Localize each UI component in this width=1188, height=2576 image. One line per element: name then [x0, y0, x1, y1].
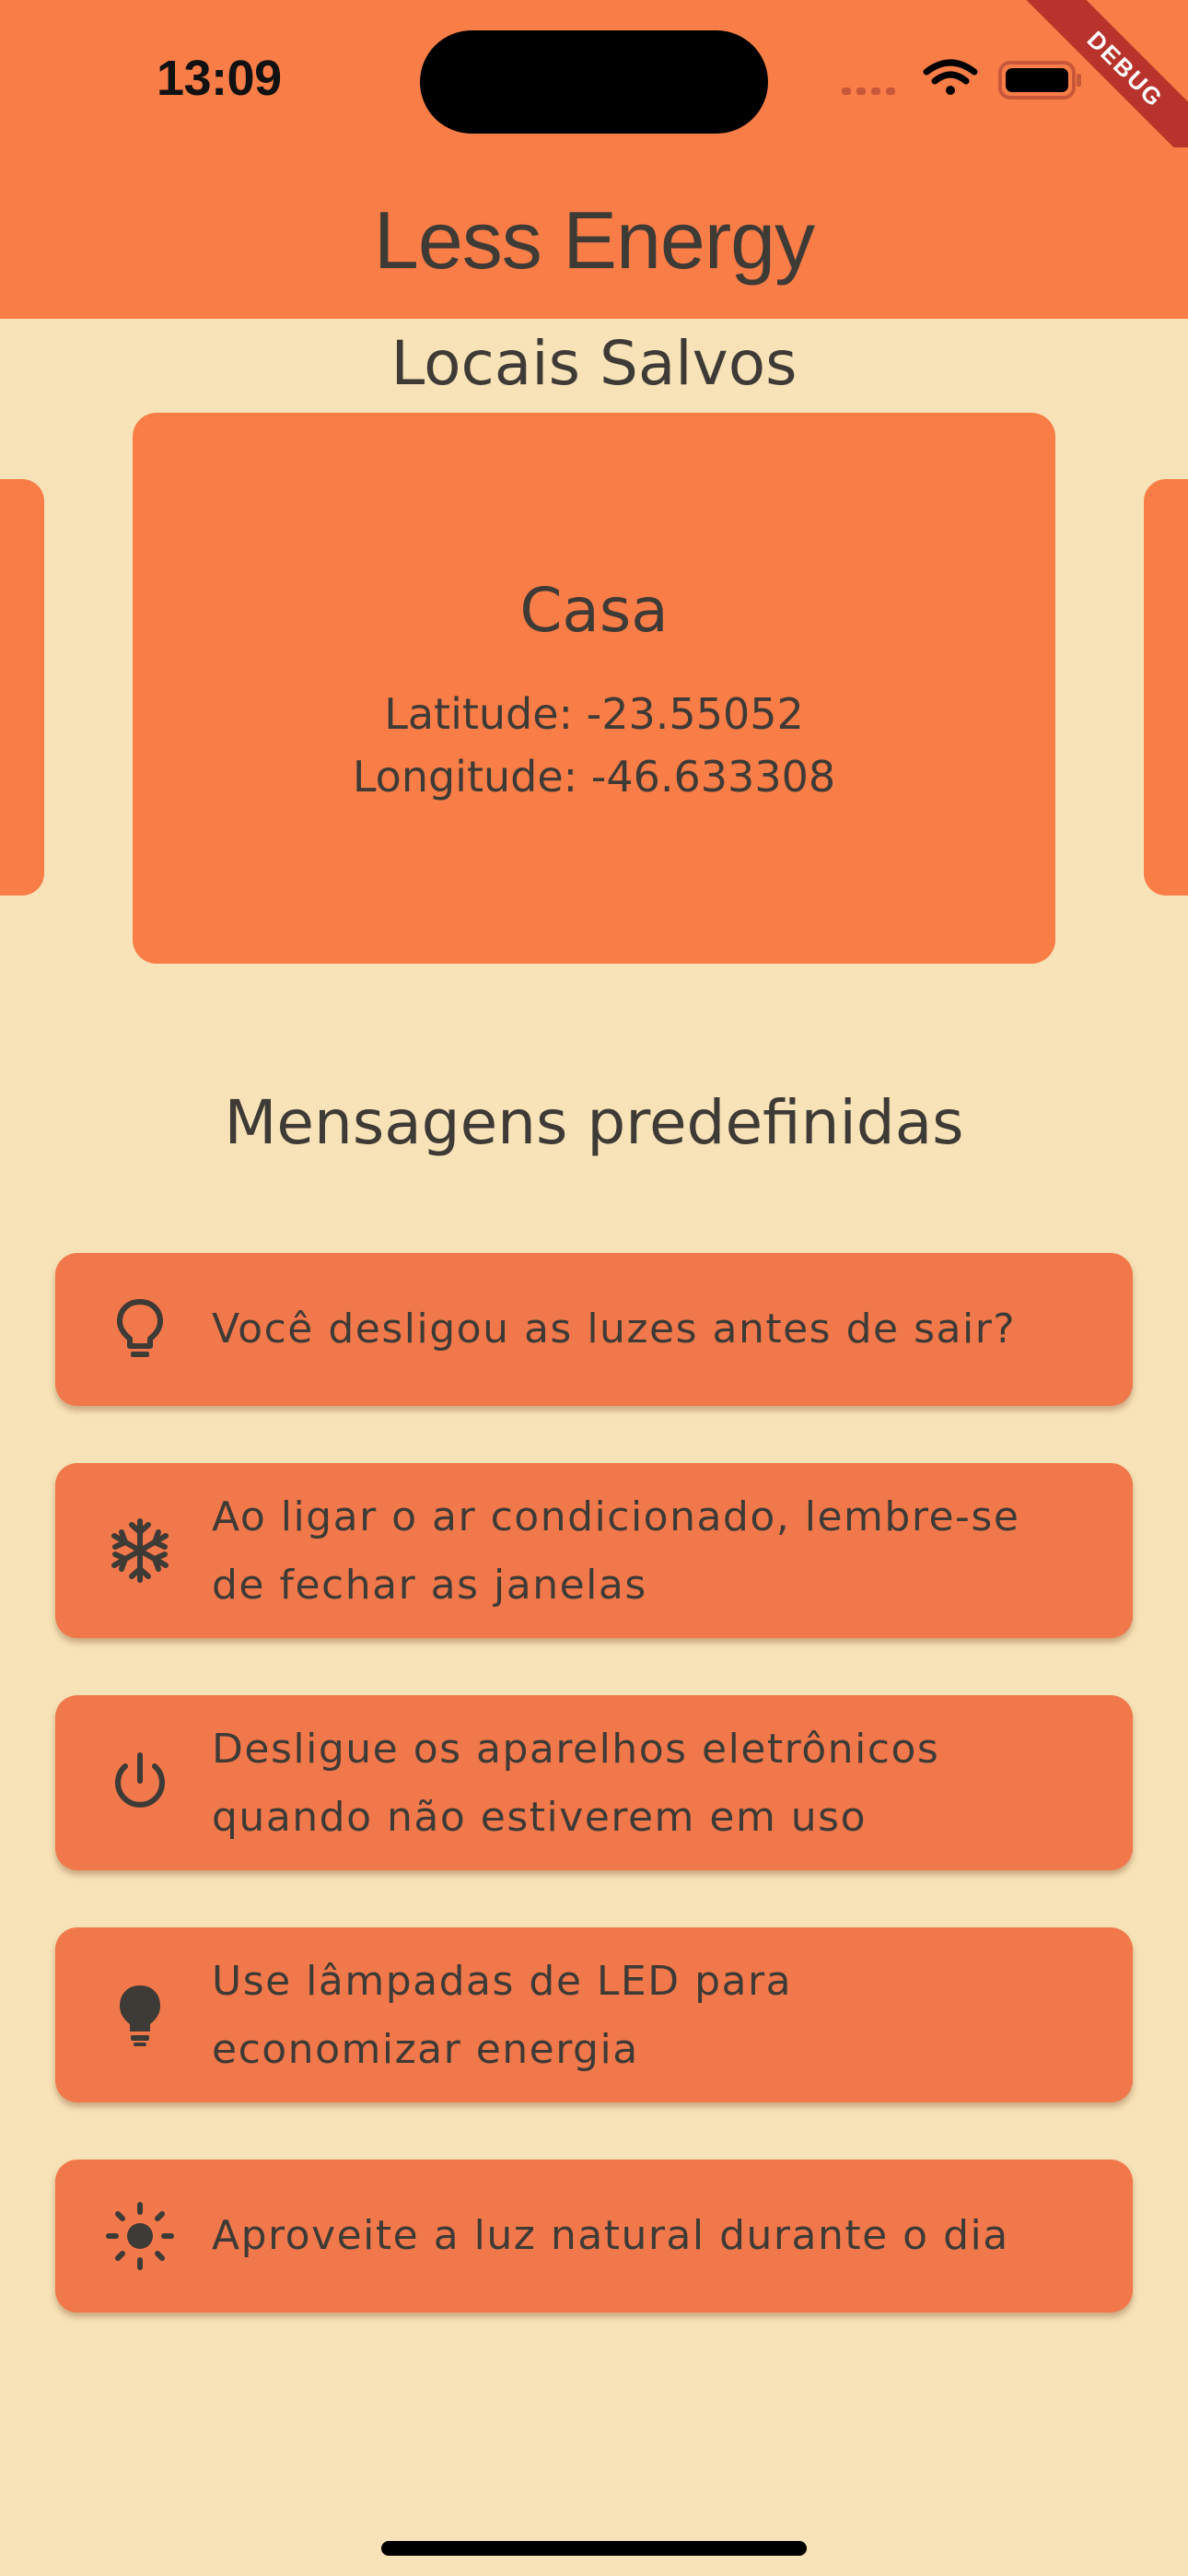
message-text-line: quando não estiverem em uso: [212, 1794, 868, 1841]
signal-dots-icon: [842, 88, 895, 95]
location-card[interactable]: Casa Latitude: -23.55052 Longitude: -46.…: [133, 413, 1055, 964]
lightbulb-filled-icon: [120, 1985, 160, 2046]
wifi-icon: [923, 59, 978, 95]
power-icon: [115, 1752, 165, 1808]
message-text-line: de fechar as janelas: [212, 1562, 647, 1609]
message-text: Você desligou as luzes antes de sair?: [212, 1306, 1017, 1352]
debug-label: DEBUG: [1025, 0, 1188, 170]
message-text: Aproveite a luz natural durante o dia: [212, 2212, 1009, 2259]
sun-icon: [106, 2202, 174, 2270]
message-card-lights-off[interactable]: Você desligou as luzes antes de sair?: [55, 1253, 1133, 1406]
home-indicator[interactable]: [381, 2541, 807, 2556]
location-latitude: Latitude: -23.55052: [384, 689, 804, 739]
message-card-air-conditioning[interactable]: Ao ligar o ar condicionado, lembre-se de…: [55, 1463, 1133, 1638]
status-time: 13:09: [157, 51, 282, 106]
message-text-line: economizar energia: [212, 2026, 639, 2073]
message-text: Desligue os aparelhos eletrônicos quando…: [212, 1715, 1096, 1852]
message-text-line: Ao ligar o ar condicionado, lembre-se: [212, 1493, 1020, 1540]
message-card-natural-light[interactable]: Aproveite a luz natural durante o dia: [55, 2160, 1133, 2313]
app-bar: Less Energy: [0, 147, 1188, 319]
message-text: Ao ligar o ar condicionado, lembre-se de…: [212, 1483, 1096, 1620]
message-text-line: Desligue os aparelhos eletrônicos: [212, 1726, 940, 1773]
message-card-unplug-devices[interactable]: Desligue os aparelhos eletrônicos quando…: [55, 1695, 1133, 1870]
messages-title: Mensagens predefinidas: [224, 1087, 964, 1158]
message-card-led-bulbs[interactable]: Use lâmpadas de LED para economizar ener…: [55, 1927, 1133, 2102]
snowflake-icon: [111, 1518, 169, 1583]
message-text: Use lâmpadas de LED para economizar ener…: [212, 1948, 1096, 2084]
app-title: Less Energy: [373, 194, 815, 286]
message-text-line: Use lâmpadas de LED para: [212, 1958, 793, 2005]
saved-locations-title: Locais Salvos: [390, 328, 798, 399]
dynamic-island: [420, 30, 768, 134]
lightbulb-outline-icon: [117, 1299, 163, 1357]
previous-location-card[interactable]: [0, 479, 44, 896]
location-name: Casa: [519, 575, 669, 646]
next-location-card[interactable]: [1144, 479, 1188, 896]
location-longitude: Longitude: -46.633308: [352, 752, 836, 802]
